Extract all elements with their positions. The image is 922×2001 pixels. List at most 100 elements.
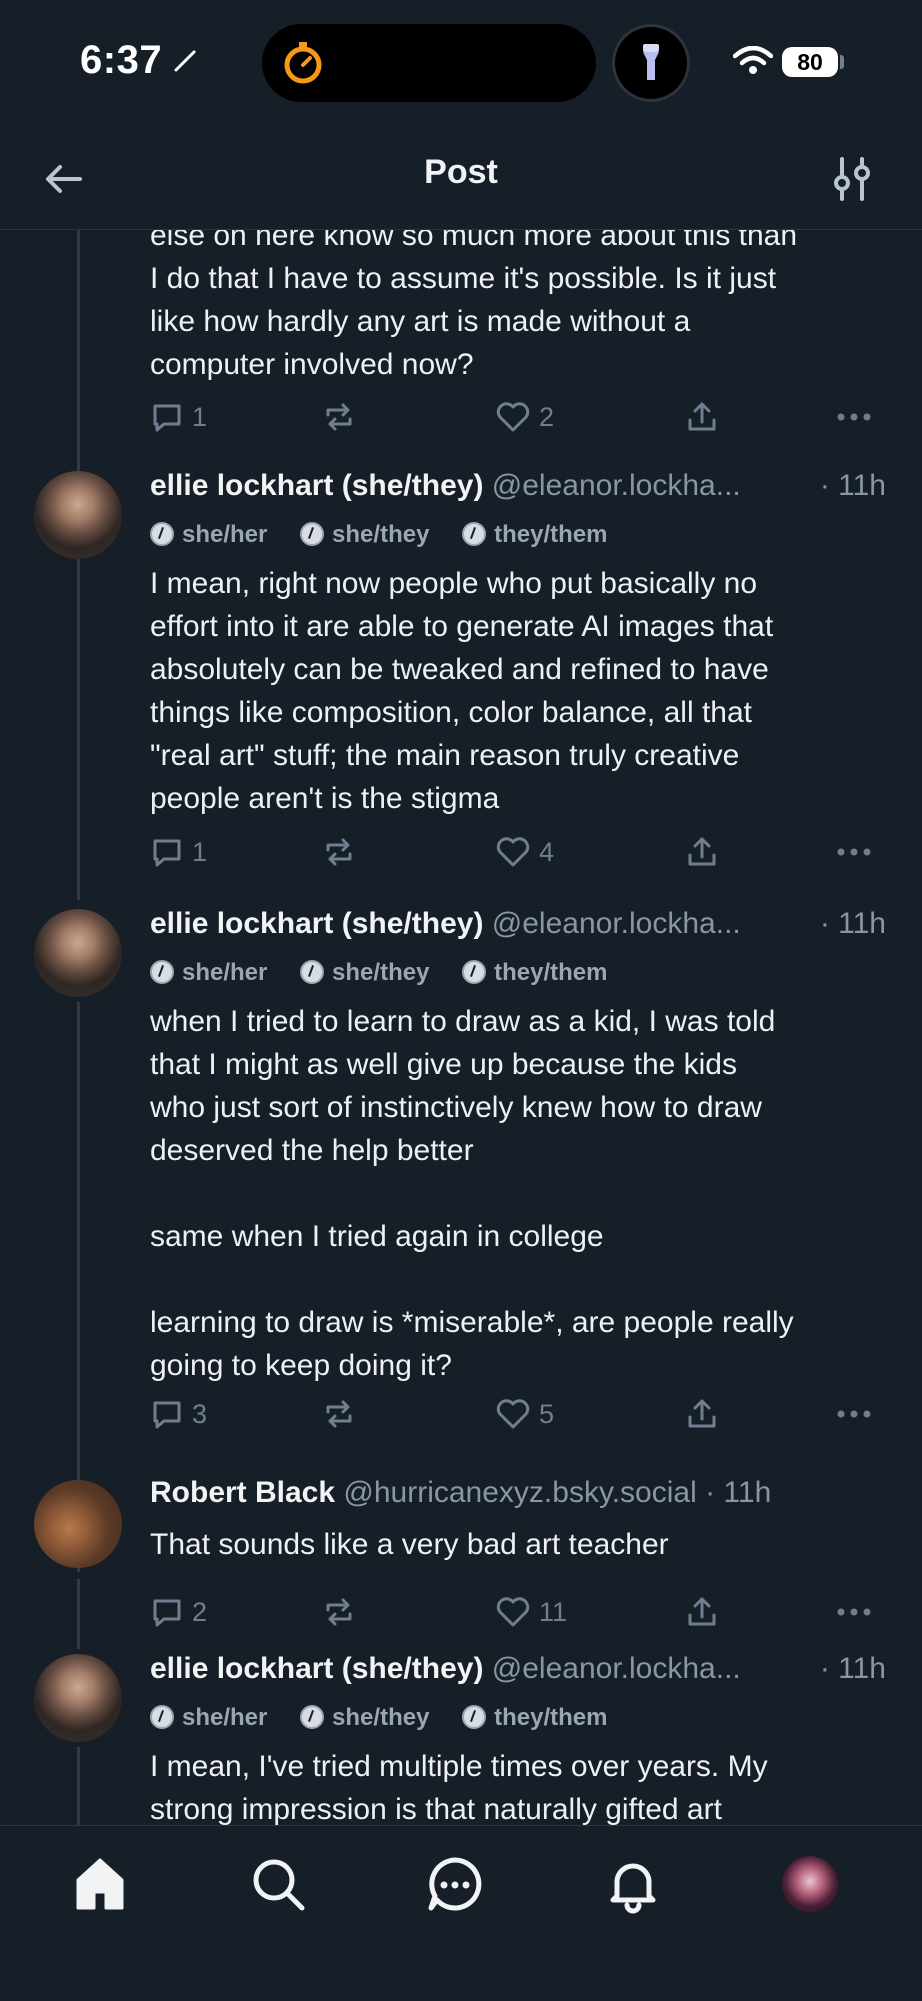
avatar[interactable]	[34, 1480, 122, 1568]
bell-icon[interactable]	[603, 1854, 663, 1914]
reply-count: 3	[192, 1398, 208, 1429]
reply-icon	[153, 404, 181, 432]
reply-count: 1	[192, 401, 208, 432]
like-count: 4	[539, 836, 555, 867]
avatar[interactable]	[34, 471, 122, 559]
post-time: · 11h	[819, 469, 886, 502]
home-icon[interactable]	[70, 1854, 130, 1914]
share-icon	[688, 1597, 716, 1626]
pronoun-icon	[150, 960, 174, 984]
post-meta: ellie lockhart (she/they) @eleanor.lockh…	[150, 907, 741, 941]
repost-button[interactable]	[322, 397, 364, 437]
pronoun-badges: she/her she/they they/them	[150, 521, 633, 549]
repost-icon	[326, 1598, 352, 1626]
author-name[interactable]: Robert Black	[150, 1476, 335, 1509]
heart-icon	[496, 837, 530, 867]
more-options-button[interactable]	[836, 397, 880, 437]
timer-icon	[284, 42, 322, 84]
pencil-icon	[174, 50, 196, 72]
reply-icon	[153, 839, 181, 867]
post-text: when I tried to learn to draw as a kid, …	[150, 1005, 794, 1382]
heart-icon	[496, 1399, 530, 1429]
share-button[interactable]	[685, 397, 727, 437]
post-text: That sounds like a very bad art teacher	[150, 1528, 669, 1561]
post-meta: ellie lockhart (she/they) @eleanor.lockh…	[150, 1652, 741, 1686]
pronoun-badge[interactable]: they/them	[462, 521, 607, 549]
chat-icon[interactable]	[425, 1854, 485, 1914]
pronoun-badges: she/her she/they they/them	[150, 1704, 633, 1732]
more-options-button[interactable]	[836, 1394, 880, 1434]
like-count: 2	[539, 401, 555, 432]
post-actions: 2 11	[150, 1592, 890, 1632]
post-time: · 11h	[819, 907, 886, 940]
pronoun-badge[interactable]: they/them	[462, 959, 607, 987]
author-handle[interactable]: @eleanor.lockha...	[492, 1652, 741, 1685]
wifi-icon	[733, 46, 773, 74]
post-actions: 3 5	[150, 1394, 890, 1434]
search-icon[interactable]	[248, 1854, 308, 1914]
reply-count: 1	[192, 836, 208, 867]
share-button[interactable]	[685, 1592, 727, 1632]
post-time: · 11h	[819, 1652, 886, 1685]
more-options-button[interactable]	[836, 1592, 880, 1632]
pronoun-badge[interactable]: she/her	[150, 521, 267, 549]
reply-icon	[153, 1401, 181, 1429]
author-handle[interactable]: @hurricanexyz.bsky.social	[343, 1476, 696, 1509]
post-meta: Robert Black @hurricanexyz.bsky.social ·…	[150, 1476, 771, 1510]
more-options-button[interactable]	[836, 832, 880, 872]
reply-button[interactable]: 1	[150, 397, 207, 437]
pronoun-icon	[462, 522, 487, 546]
pronoun-badge[interactable]: she/they	[300, 1704, 429, 1732]
like-button[interactable]: 4	[495, 832, 554, 872]
dynamic-island	[262, 24, 596, 102]
thread-line	[77, 1747, 80, 1825]
post-actions: 1 2	[150, 397, 890, 437]
share-button[interactable]	[685, 832, 727, 872]
like-count: 11	[539, 1596, 568, 1627]
repost-button[interactable]	[322, 832, 364, 872]
like-count: 5	[539, 1398, 555, 1429]
pronoun-badge[interactable]: she/they	[300, 521, 429, 549]
repost-icon	[326, 838, 352, 866]
reply-button[interactable]: 3	[150, 1394, 207, 1434]
reply-button[interactable]: 1	[150, 832, 207, 872]
repost-button[interactable]	[322, 1592, 364, 1632]
author-name[interactable]: ellie lockhart (she/they)	[150, 469, 483, 502]
thread-line	[77, 1579, 80, 1649]
like-button[interactable]: 5	[495, 1394, 554, 1434]
thread-line	[77, 564, 80, 900]
author-handle[interactable]: @eleanor.lockha...	[492, 469, 741, 502]
repost-button[interactable]	[322, 1394, 364, 1434]
author-handle[interactable]: @eleanor.lockha...	[492, 907, 741, 940]
pronoun-badge[interactable]: they/them	[462, 1704, 607, 1732]
author-name[interactable]: ellie lockhart (she/they)	[150, 1652, 483, 1685]
pronoun-icon	[462, 1705, 487, 1729]
battery-tip	[840, 55, 844, 69]
post-text: else on here know so much more about thi…	[150, 229, 798, 381]
pronoun-icon	[150, 1705, 174, 1729]
like-button[interactable]: 2	[495, 397, 554, 437]
post-text: I mean, I've tried multiple times over y…	[150, 1750, 768, 1825]
thread-settings-icon[interactable]	[830, 155, 874, 203]
reply-count: 2	[192, 1596, 208, 1627]
pronoun-badge[interactable]: she/her	[150, 1704, 267, 1732]
like-button[interactable]: 11	[495, 1592, 567, 1632]
heart-icon	[496, 402, 530, 432]
profile-avatar[interactable]	[782, 1856, 838, 1912]
post-actions: 1 4	[150, 832, 890, 872]
pronoun-icon	[300, 960, 325, 984]
more-dots-icon	[837, 413, 871, 421]
avatar[interactable]	[34, 1654, 122, 1742]
thread-feed[interactable]: else on here know so much more about thi…	[0, 229, 922, 1825]
pronoun-badge[interactable]: she/they	[300, 959, 429, 987]
share-button[interactable]	[685, 1394, 727, 1434]
clock: 6:37	[80, 38, 163, 82]
post-text: I mean, right now people who put basical…	[150, 567, 774, 815]
pronoun-icon	[300, 1705, 325, 1729]
pronoun-badge[interactable]: she/her	[150, 959, 267, 987]
author-name[interactable]: ellie lockhart (she/they)	[150, 907, 483, 940]
share-icon	[688, 1399, 716, 1428]
flashlight-icon	[643, 44, 659, 80]
avatar[interactable]	[34, 909, 122, 997]
reply-button[interactable]: 2	[150, 1592, 207, 1632]
